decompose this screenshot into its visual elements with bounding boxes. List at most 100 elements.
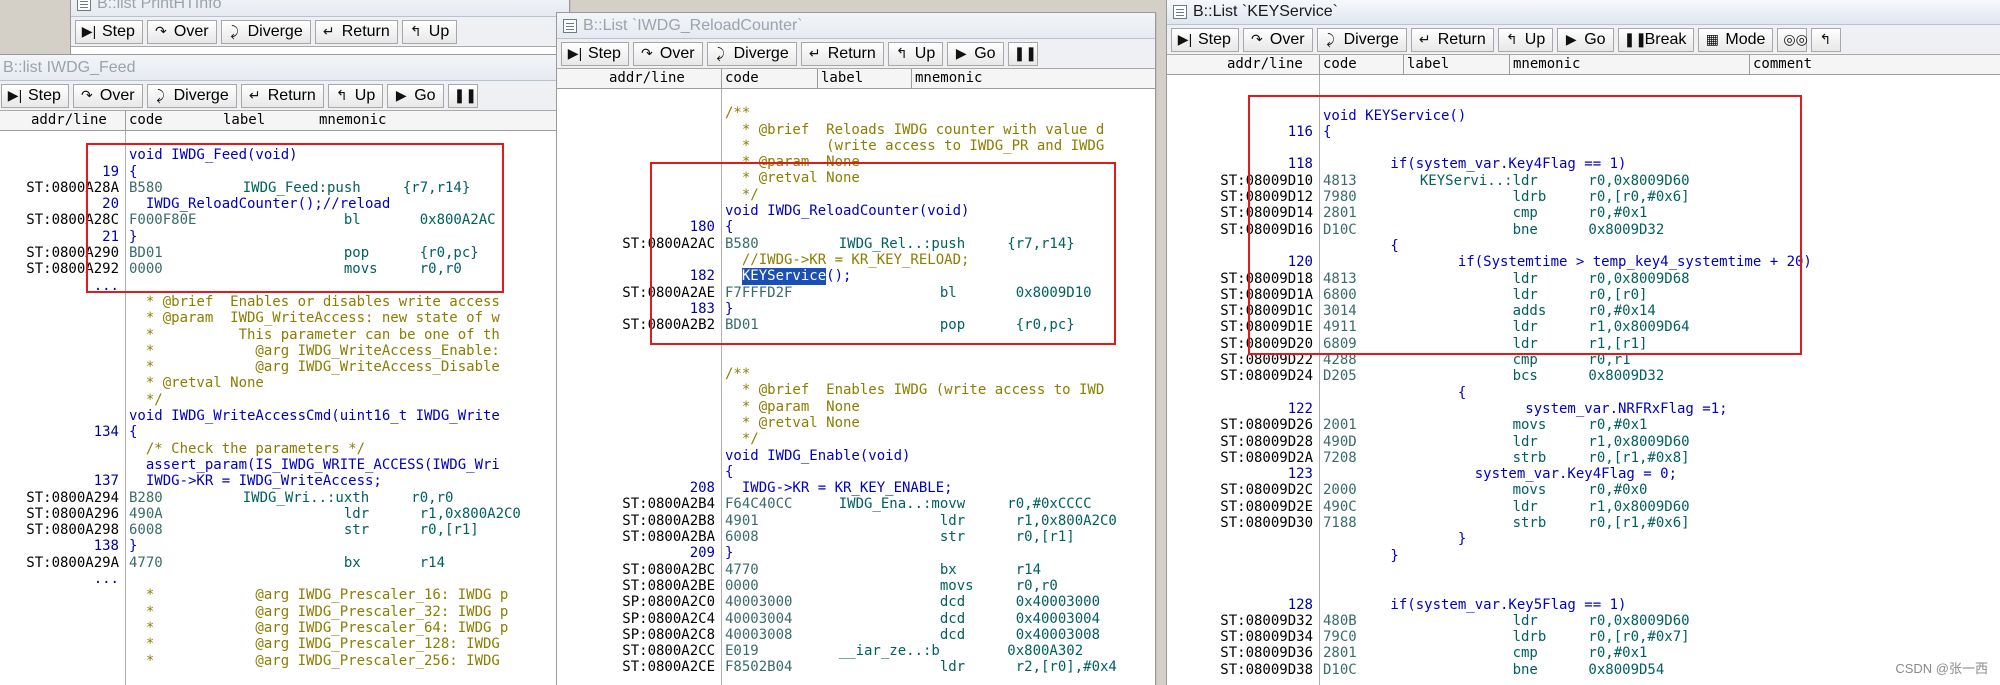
up-button[interactable]: ↰ Up	[1497, 27, 1554, 52]
listing-row[interactable]	[1167, 580, 2000, 596]
up-button[interactable]: ↰ Up	[327, 83, 384, 108]
go-button[interactable]: ▶ Go	[1557, 27, 1614, 52]
listing-row[interactable]: ST:08009D24 D205 bcs 0x8009D32	[1167, 368, 2000, 384]
over-button[interactable]: ↷ Over	[632, 41, 703, 66]
listing-row[interactable]: 19 {	[0, 164, 557, 180]
listing-row[interactable]: ST:0800A29A 4770 bx r14	[0, 555, 557, 571]
listing-row[interactable]: 183}	[557, 301, 1155, 317]
listing-row[interactable]: * @param None	[557, 154, 1155, 170]
listing-body[interactable]: void IWDG_Feed(void) 19 {ST:0800A28A B580 I…	[0, 131, 557, 685]
listing-row[interactable]: 180 {	[557, 219, 1155, 235]
step-button[interactable]: ▶| Step	[75, 19, 143, 44]
listing-row[interactable]: * @arg IWDG_Prescaler_64: IWDG p	[0, 620, 557, 636]
listing-row[interactable]: ST:0800A28A B580 IWDG_Feed:push {r7,r14}	[0, 180, 557, 196]
listing-row[interactable]: SP:0800A2C4 40003004 dcd 0x40003004	[557, 611, 1155, 627]
diverge-button[interactable]: ⤸ Diverge	[220, 19, 311, 44]
listing-row[interactable]: ST:08009D36 2801 cmp r0,#0x1	[1167, 645, 2000, 661]
listing-row[interactable]: ST:0800A294 B280 IWDG_Wri..:uxth r0,r0	[0, 490, 557, 506]
listing-row[interactable]: {	[557, 464, 1155, 480]
listing-row[interactable]: * @arg IWDG_Prescaler_128: IWDG	[0, 636, 557, 652]
listing-row[interactable]	[1167, 564, 2000, 580]
listing-row[interactable]: /**	[557, 366, 1155, 382]
listing-row[interactable]: 21}	[0, 229, 557, 245]
listing-row[interactable]: * @brief Enables or disables write acces…	[0, 294, 557, 310]
window-title-bar[interactable]: B::List `IWDG_ReloadCounter`	[557, 13, 1155, 39]
listing-row[interactable]: * @arg IWDG_Prescaler_256: IWDG	[0, 653, 557, 669]
listing-row[interactable]: 122 system_var.NRFRxFlag =1;	[1167, 401, 2000, 417]
listing-row[interactable]: ST:08009D2A 7208 strb r0,[r1,#0x8]	[1167, 450, 2000, 466]
glasses-button[interactable]: ◎◎	[1777, 27, 1808, 52]
listing-row[interactable]: 116 {	[1167, 124, 2000, 140]
listing-row[interactable]: 20 IWDG_ReloadCounter();//reload	[0, 196, 557, 212]
return-button[interactable]: ↵ Return	[240, 83, 324, 108]
listing-row[interactable]: ST:08009D28 490D ldr r1,0x8009D60	[1167, 434, 2000, 450]
listing-row[interactable]: * @param IWDG_WriteAccess: new state of …	[0, 310, 557, 326]
listing-row[interactable]: /* Check the parameters */	[0, 441, 557, 457]
listing-row[interactable]: ST:0800A292 0000 movs r0,r0	[0, 261, 557, 277]
break-button[interactable]: ❚❚ Break	[1617, 27, 1695, 52]
listing-row[interactable]: ST:08009D18 4813 ldr r0,0x8009D68	[1167, 271, 2000, 287]
listing-row[interactable]: */	[557, 187, 1155, 203]
step-button[interactable]: ▶| Step	[561, 41, 629, 66]
listing-row[interactable]: 138}	[0, 538, 557, 554]
listing-row[interactable]: * (write access to IWDG_PR and IWDG	[557, 138, 1155, 154]
listing-body[interactable]: /** * @brief Reloads IWDG counter with v…	[557, 89, 1155, 685]
listing-row[interactable]	[1167, 140, 2000, 156]
listing-row[interactable]: ST:08009D16 D10C bne 0x8009D32	[1167, 222, 2000, 238]
listing-row[interactable]: 118 if(system_var.Key4Flag == 1)	[1167, 156, 2000, 172]
listing-row[interactable]: ST:0800A28C F000F80E bl 0x800A2AC	[0, 212, 557, 228]
listing-row[interactable]: 208 IWDG->KR = KR_KEY_ENABLE;	[557, 480, 1155, 496]
listing-row[interactable]: ...	[0, 571, 557, 587]
listing-row[interactable]: ST:08009D14 2801 cmp r0,#0x1	[1167, 205, 2000, 221]
step-button[interactable]: ▶| Step	[1, 83, 69, 108]
listing-row[interactable]: * @arg IWDG_WriteAccess_Disable	[0, 359, 557, 375]
listing-row[interactable]: 182 KEYService ();	[557, 268, 1155, 285]
listing-row[interactable]: 128 if(system_var.Key5Flag == 1)	[1167, 597, 2000, 613]
up-button[interactable]: ↰ Up	[401, 19, 458, 44]
listing-row[interactable]: ST:08009D1C 3014 adds r0,#0x14	[1167, 303, 2000, 319]
listing-body[interactable]: void KEYService() 116 {118 if(system_var.K…	[1167, 75, 2000, 685]
listing-row[interactable]: ST:0800A2B2 BD01 pop {r0,pc}	[557, 317, 1155, 333]
listing-row[interactable]: * @arg IWDG_Prescaler_32: IWDG p	[0, 604, 557, 620]
listing-row[interactable]: ST:08009D10 4813 KEYServi..:ldr r0,0x8009…	[1167, 173, 2000, 189]
listing-row[interactable]: ST:08009D32 480B ldr r0,0x8009D60	[1167, 613, 2000, 629]
listing-row[interactable]: ST:0800A2AE F7FFFD2F bl 0x8009D10	[557, 285, 1155, 301]
listing-row[interactable]: 120 if(Systemtime > temp_key4_systemtime…	[1167, 254, 2000, 270]
go-button[interactable]: ▶ Go	[947, 41, 1004, 66]
listing-row[interactable]: assert_param(IS_IWDG_WRITE_ACCESS(IWDG_W…	[0, 457, 557, 473]
listing-row[interactable]: ST:08009D1A 6800 ldr r0,[r0]	[1167, 287, 2000, 303]
listing-row[interactable]: 209}	[557, 545, 1155, 561]
go-button[interactable]: ▶ Go	[387, 83, 444, 108]
listing-row[interactable]: ST:0800A2BE 0000 movs r0,r0	[557, 578, 1155, 594]
diverge-button[interactable]: ⤸ Diverge	[706, 41, 797, 66]
return-button[interactable]: ↵ Return	[800, 41, 884, 66]
listing-row[interactable]: ST:08009D30 7188 strb r0,[r1,#0x6]	[1167, 515, 2000, 531]
listing-row[interactable]: {	[1167, 238, 2000, 254]
listing-row[interactable]: ...	[0, 278, 557, 294]
listing-row[interactable]: ST:0800A2B8 4901 ldr r1,0x800A2C0	[557, 513, 1155, 529]
listing-row[interactable]: */	[0, 392, 557, 408]
listing-row[interactable]: * @retval None	[557, 415, 1155, 431]
diverge-button[interactable]: ⤸ Diverge	[146, 83, 237, 108]
break-button[interactable]: ❚❚	[1007, 41, 1038, 66]
listing-row[interactable]: void IWDG_Feed(void)	[0, 147, 557, 163]
listing-row[interactable]: * This parameter can be one of th	[0, 327, 557, 343]
window-title-bar[interactable]: B::List `KEYService`	[1167, 0, 2000, 25]
listing-row[interactable]	[1167, 75, 2000, 91]
listing-row[interactable]	[1167, 91, 2000, 107]
listing-row[interactable]: * @arg IWDG_Prescaler_16: IWDG p	[0, 587, 557, 603]
listing-row[interactable]: ST:0800A2CC E019 __iar_ze..:b 0x800A302	[557, 643, 1155, 659]
return-button[interactable]: ↵ Return	[1410, 27, 1494, 52]
listing-row[interactable]: //IWDG->KR = KR_KEY_RELOAD;	[557, 252, 1155, 268]
over-button[interactable]: ↷ Over	[1242, 27, 1313, 52]
listing-row[interactable]	[557, 350, 1155, 366]
mode-button[interactable]: ▦ Mode	[1698, 27, 1774, 52]
listing-row[interactable]: ST:0800A298 6008 str r0,[r1]	[0, 522, 557, 538]
listing-row[interactable]: * @brief Reloads IWDG counter with value…	[557, 122, 1155, 138]
listing-row[interactable]: * @brief Enables IWDG (write access to I…	[557, 382, 1155, 398]
listing-row[interactable]: 137 IWDG->KR = IWDG_WriteAccess;	[0, 473, 557, 489]
listing-row[interactable]: ST:0800A2BC 4770 bx r14	[557, 562, 1155, 578]
break-button[interactable]: ❚❚	[447, 83, 478, 108]
listing-row[interactable]: ST:08009D2C 2000 movs r0,#0x0	[1167, 482, 2000, 498]
listing-row[interactable]: * @arg IWDG_WriteAccess_Enable:	[0, 343, 557, 359]
